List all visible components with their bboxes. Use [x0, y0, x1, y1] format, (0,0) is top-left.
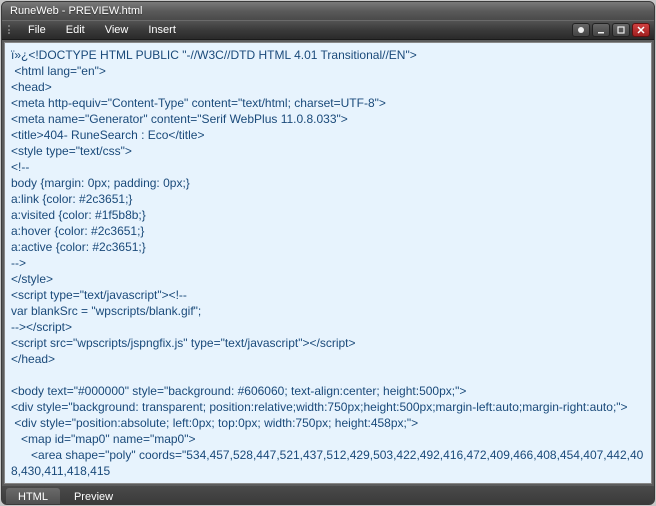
close-button[interactable]	[632, 23, 650, 37]
record-button[interactable]	[572, 23, 590, 37]
app-window: RuneWeb - PREVIEW.html File Edit View In…	[1, 1, 655, 505]
code-editor[interactable]: ï»¿<!DOCTYPE HTML PUBLIC "-//W3C//DTD HT…	[4, 42, 652, 484]
maximize-button[interactable]	[612, 23, 630, 37]
close-icon	[636, 25, 646, 35]
window-title: RuneWeb - PREVIEW.html	[10, 5, 142, 17]
titlebar[interactable]: RuneWeb - PREVIEW.html	[2, 2, 654, 20]
toolbar-grip[interactable]	[6, 23, 14, 37]
tab-html[interactable]: HTML	[6, 488, 60, 504]
menu-file[interactable]: File	[18, 21, 56, 39]
content-area: ï»¿<!DOCTYPE HTML PUBLIC "-//W3C//DTD HT…	[2, 40, 654, 486]
circle-icon	[576, 25, 586, 35]
menu-view[interactable]: View	[95, 21, 139, 39]
maximize-icon	[616, 25, 626, 35]
menu-insert[interactable]: Insert	[138, 21, 186, 39]
tab-preview[interactable]: Preview	[62, 488, 125, 504]
menubar: File Edit View Insert	[2, 20, 654, 40]
bottom-tabbar: HTML Preview	[2, 486, 654, 504]
minimize-icon	[596, 25, 606, 35]
menu-edit[interactable]: Edit	[56, 21, 95, 39]
minimize-button[interactable]	[592, 23, 610, 37]
